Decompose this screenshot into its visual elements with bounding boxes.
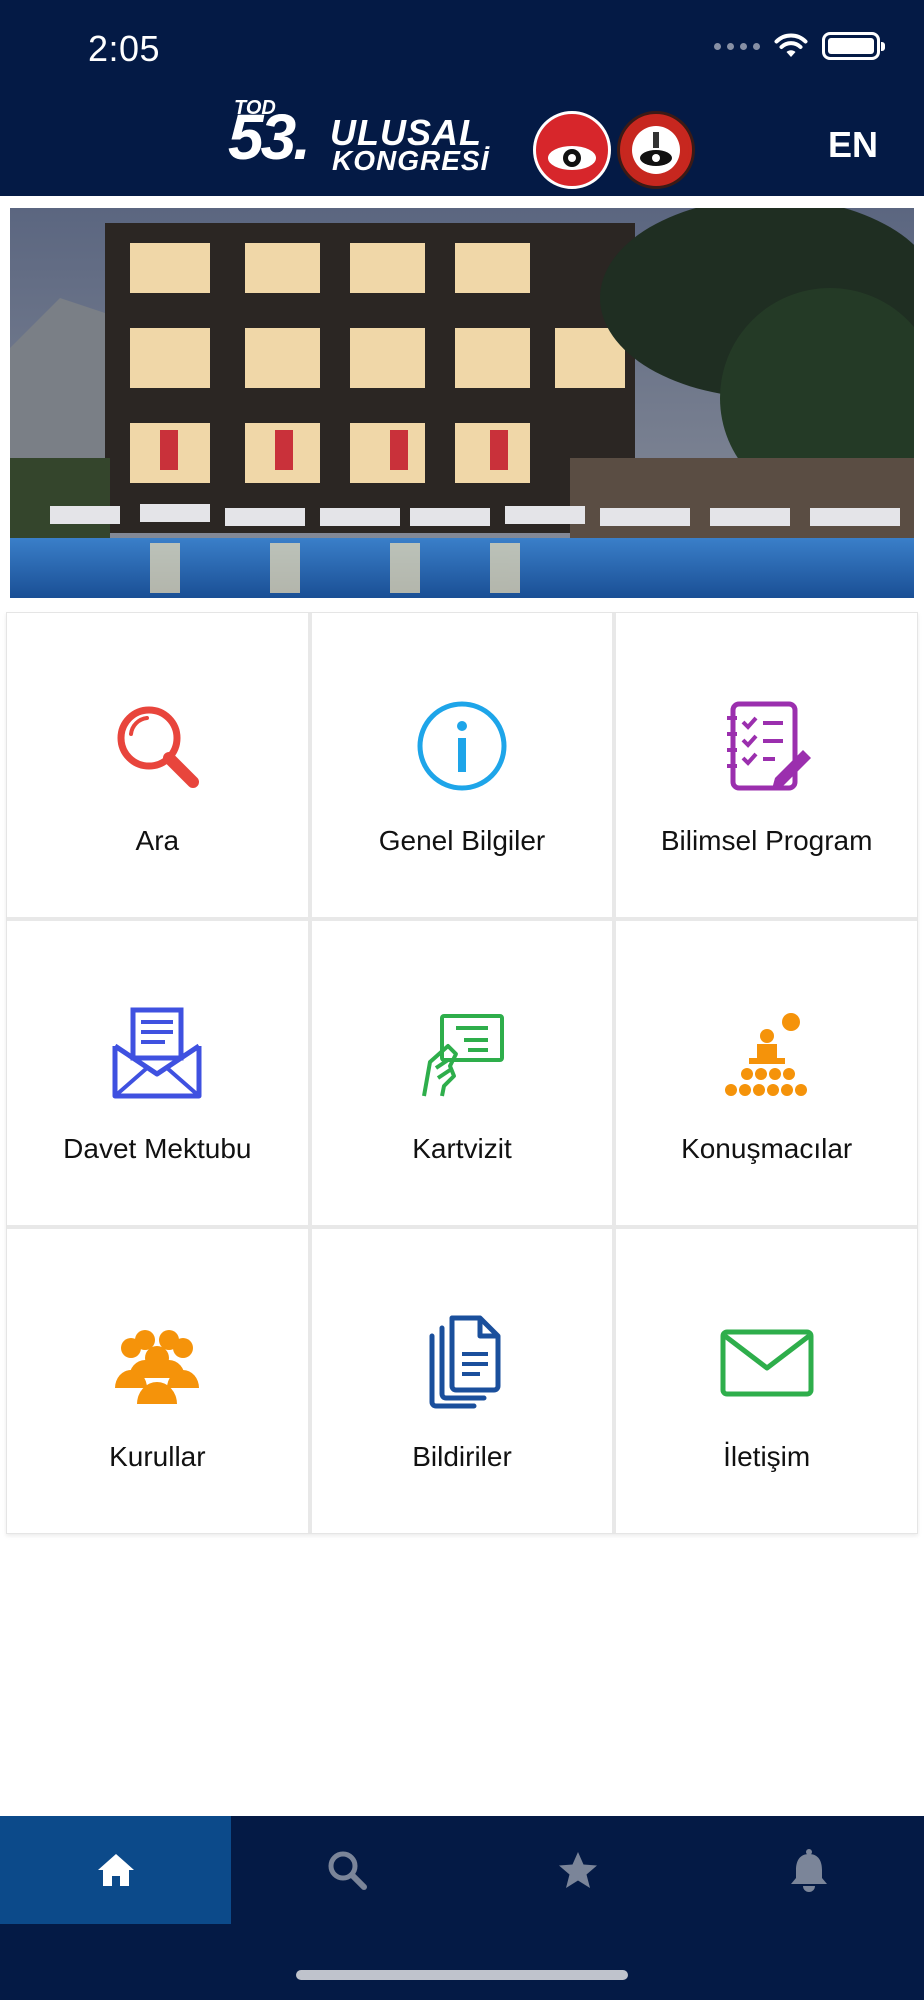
app-header: 2:05 TOD 53. ULUSAL KONGRESİ EN: [0, 0, 924, 196]
school-seal-icon: [617, 111, 695, 189]
menu-item-label: Kartvizit: [412, 1133, 512, 1164]
checklist-notebook-icon: [726, 701, 811, 791]
tab-favorites[interactable]: [462, 1816, 693, 1924]
logo-number: 53.: [228, 101, 311, 173]
menu-item-search[interactable]: Ara: [7, 613, 308, 917]
menu-item-label: Genel Bilgiler: [378, 825, 546, 856]
menu-grid: Ara Genel Bilgiler Bilimsel Program Dave…: [6, 612, 918, 1534]
language-toggle-button[interactable]: EN: [828, 124, 878, 166]
home-indicator[interactable]: [296, 1970, 628, 1980]
menu-item-label: Kurullar: [109, 1441, 206, 1472]
status-indicators: [714, 32, 885, 60]
tab-home[interactable]: [0, 1816, 231, 1924]
logo-line2: KONGRESİ: [332, 145, 490, 176]
business-card-hand-icon: [422, 1014, 504, 1097]
mail-icon: [720, 1329, 814, 1397]
battery-icon: [822, 32, 885, 60]
wifi-icon: [774, 33, 808, 57]
menu-item-scientific-program[interactable]: Bilimsel Program: [616, 613, 917, 917]
bell-icon: [790, 1849, 827, 1892]
tab-search[interactable]: [231, 1816, 462, 1924]
menu-item-speakers[interactable]: Konuşmacılar: [616, 921, 917, 1225]
menu-item-abstracts[interactable]: Bildiriler: [311, 1229, 613, 1533]
menu-item-label: Ara: [135, 825, 180, 856]
info-icon: [417, 701, 507, 791]
menu-item-invitation-letter[interactable]: Davet Mektubu: [7, 921, 308, 1225]
congress-logo: TOD 53. ULUSAL KONGRESİ: [228, 95, 708, 195]
menu-item-committees[interactable]: Kurullar: [7, 1229, 308, 1533]
menu-item-label: Bilimsel Program: [660, 825, 873, 856]
search-icon: [328, 1851, 367, 1890]
menu-item-label: Konuşmacılar: [681, 1133, 853, 1164]
menu-item-label: Davet Mektubu: [63, 1133, 252, 1164]
documents-icon: [429, 1315, 501, 1409]
menu-item-contact[interactable]: İletişim: [616, 1229, 917, 1533]
star-icon: [558, 1852, 597, 1888]
venue-hero-image: [10, 208, 914, 598]
menu-item-label: Bildiriler: [412, 1441, 512, 1472]
society-seal-icon: [533, 111, 611, 189]
cellular-signal-icon: [714, 42, 760, 50]
group-icon: [115, 1330, 200, 1404]
status-time: 2:05: [88, 28, 161, 69]
menu-item-label: İletişim: [723, 1441, 811, 1472]
envelope-letter-icon: [112, 1007, 202, 1099]
home-icon: [97, 1854, 134, 1886]
tab-notifications[interactable]: [693, 1816, 924, 1924]
speaker-audience-icon: [724, 1013, 807, 1096]
search-icon: [117, 706, 200, 788]
menu-item-general-info[interactable]: Genel Bilgiler: [311, 613, 613, 917]
menu-item-business-card[interactable]: Kartvizit: [311, 921, 613, 1225]
